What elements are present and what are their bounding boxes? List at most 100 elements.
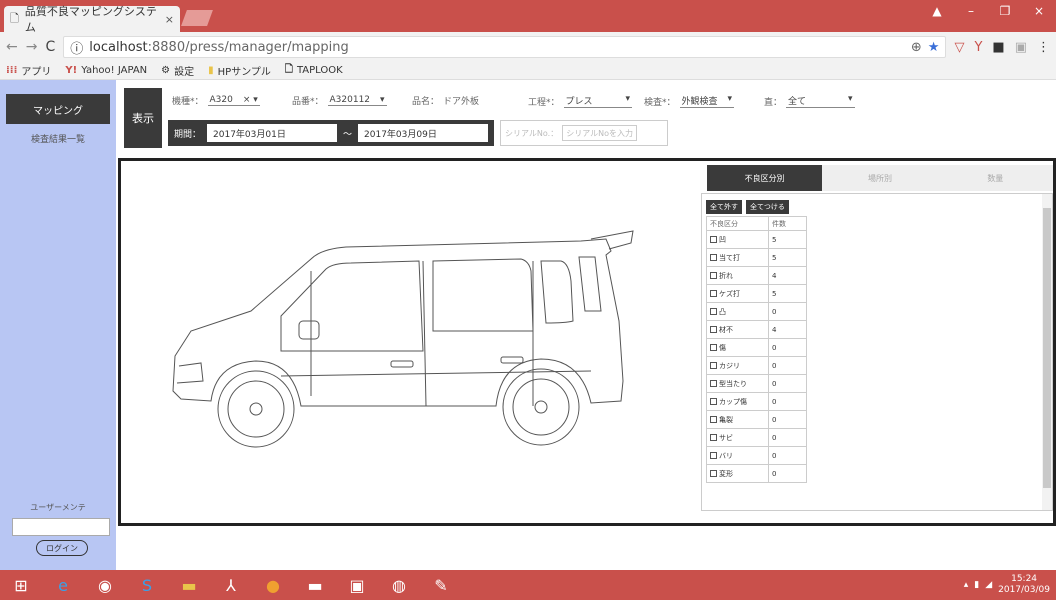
process-select[interactable]: プレス ▾ bbox=[563, 94, 633, 108]
defect-name-cell[interactable]: 傷 bbox=[706, 338, 769, 357]
inspection-select[interactable]: 外観検査 ▾ bbox=[679, 94, 735, 108]
bookmark-apps[interactable]: ⁞⁞⁞ アプリ bbox=[6, 63, 51, 78]
model-select[interactable]: A320 × ▾ bbox=[207, 95, 260, 106]
defect-name-cell[interactable]: カップ傷 bbox=[706, 392, 769, 411]
checkbox[interactable] bbox=[710, 344, 717, 351]
network-icon[interactable]: ▮ bbox=[974, 580, 979, 590]
table-row[interactable]: カジリ 0 bbox=[706, 356, 807, 375]
sidebar-item-results[interactable]: 検査結果一覧 bbox=[6, 132, 110, 145]
part-no-select[interactable]: A320112 ▾ bbox=[327, 95, 387, 106]
defect-name-cell[interactable]: 凹 bbox=[706, 230, 769, 249]
serial-input[interactable]: シリアルNoを入力 bbox=[562, 125, 638, 141]
checkbox[interactable] bbox=[710, 236, 717, 243]
checkbox[interactable] bbox=[710, 272, 717, 279]
tray-arrow-icon[interactable]: ▴ bbox=[964, 580, 969, 590]
table-row[interactable]: 変形 0 bbox=[706, 464, 807, 483]
user-input[interactable] bbox=[12, 518, 110, 536]
date-to-input[interactable]: 2017年03月09日 bbox=[358, 124, 488, 142]
volume-icon[interactable]: ◢ bbox=[985, 580, 992, 590]
table-row[interactable]: バリ 0 bbox=[706, 446, 807, 465]
app-icon[interactable]: ▣ bbox=[336, 570, 378, 600]
defect-name-cell[interactable]: カジリ bbox=[706, 356, 769, 375]
show-button[interactable]: 表示 bbox=[124, 88, 162, 148]
extension-icon[interactable]: ■ bbox=[992, 40, 1004, 55]
ie-icon[interactable]: e bbox=[42, 570, 84, 600]
table-row[interactable]: 傷0 bbox=[706, 338, 807, 357]
checkbox[interactable] bbox=[710, 362, 717, 369]
firefox-icon[interactable]: ● bbox=[252, 570, 294, 600]
defect-name-cell[interactable]: 当て打 bbox=[706, 248, 769, 267]
checkbox[interactable] bbox=[710, 326, 717, 333]
table-row[interactable]: カップ傷 0 bbox=[706, 392, 807, 411]
table-row[interactable]: ケズ打 5 bbox=[706, 284, 807, 303]
back-icon[interactable]: ← bbox=[6, 39, 18, 55]
checkbox[interactable] bbox=[710, 254, 717, 261]
minimize-button[interactable]: – bbox=[954, 0, 988, 22]
paint-icon[interactable]: ✎ bbox=[420, 570, 462, 600]
reload-icon[interactable]: C bbox=[45, 39, 55, 55]
star-icon[interactable]: ★ bbox=[928, 40, 940, 55]
table-row[interactable]: 凹5 bbox=[706, 230, 807, 249]
defect-name-cell[interactable]: サビ bbox=[706, 428, 769, 447]
address-bar[interactable]: ⓘ localhost:8880/press/manager/mapping ⊕… bbox=[63, 36, 947, 58]
bookmark-yahoo[interactable]: Y! Yahoo! JAPAN bbox=[65, 65, 147, 76]
checkbox[interactable] bbox=[710, 452, 717, 459]
windows-start-icon[interactable]: ⊞ bbox=[0, 570, 42, 600]
date-from-input[interactable]: 2017年03月01日 bbox=[207, 124, 337, 142]
defect-name-cell[interactable]: バリ bbox=[706, 446, 769, 465]
acrobat-icon[interactable]: ⅄ bbox=[210, 570, 252, 600]
yahoo-icon[interactable]: Y bbox=[974, 40, 982, 55]
checkbox[interactable] bbox=[710, 398, 717, 405]
bookmark-settings[interactable]: ⚙ 設定 bbox=[161, 63, 194, 78]
defect-name-cell[interactable]: 折れ bbox=[706, 266, 769, 285]
defect-name-cell[interactable]: ケズ打 bbox=[706, 284, 769, 303]
tab-defect-category[interactable]: 不良区分別 bbox=[707, 165, 823, 191]
login-button[interactable]: ログイン bbox=[36, 540, 88, 556]
table-row[interactable]: 当て打 5 bbox=[706, 248, 807, 267]
checkbox[interactable] bbox=[710, 416, 717, 423]
maximize-button[interactable]: ❐ bbox=[988, 0, 1022, 22]
defect-name-cell[interactable]: 亀裂 bbox=[706, 410, 769, 429]
tab-location[interactable]: 場所別 bbox=[822, 165, 938, 191]
checkbox[interactable] bbox=[710, 380, 717, 387]
car-diagram[interactable] bbox=[161, 191, 641, 461]
defect-name-cell[interactable]: 材不 bbox=[706, 320, 769, 339]
clock[interactable]: 15:24 2017/03/09 bbox=[998, 574, 1050, 596]
skype-icon[interactable]: S bbox=[126, 570, 168, 600]
checkbox[interactable] bbox=[710, 290, 717, 297]
table-row[interactable]: 型当たり 0 bbox=[706, 374, 807, 393]
folder-icon[interactable]: ▬ bbox=[168, 570, 210, 600]
sidebar-item-mapping[interactable]: マッピング bbox=[6, 94, 110, 124]
checkbox[interactable] bbox=[710, 308, 717, 315]
table-row[interactable]: サビ 0 bbox=[706, 428, 807, 447]
table-row[interactable]: 亀裂 0 bbox=[706, 410, 807, 429]
shift-select[interactable]: 全て ▾ bbox=[786, 94, 855, 108]
chrome-icon[interactable]: ◉ bbox=[84, 570, 126, 600]
tab-close-icon[interactable]: × bbox=[165, 13, 174, 26]
tab-quantity[interactable]: 数量 bbox=[937, 165, 1053, 191]
profile-icon[interactable]: ▣ bbox=[1015, 40, 1027, 55]
terminal-icon[interactable]: ▬ bbox=[294, 570, 336, 600]
table-row[interactable]: 材不 4 bbox=[706, 320, 807, 339]
uncheck-all-button[interactable]: 全てつける bbox=[746, 200, 789, 214]
checkbox[interactable] bbox=[710, 470, 717, 477]
forward-icon[interactable]: → bbox=[26, 39, 38, 55]
bookmark-hp-sample[interactable]: ▮ HPサンプル bbox=[208, 63, 271, 78]
check-all-button[interactable]: 全て外す bbox=[706, 200, 742, 214]
checkbox[interactable] bbox=[710, 434, 717, 441]
scroll-thumb[interactable] bbox=[1043, 208, 1051, 488]
close-button[interactable]: × bbox=[1022, 0, 1056, 22]
defect-name-cell[interactable]: 凸 bbox=[706, 302, 769, 321]
shield-icon[interactable]: ▽ bbox=[954, 40, 964, 55]
user-icon[interactable]: ▲ bbox=[920, 0, 954, 22]
github-icon[interactable]: ◍ bbox=[378, 570, 420, 600]
new-tab-button[interactable] bbox=[181, 10, 213, 26]
defect-name-cell[interactable]: 変形 bbox=[706, 464, 769, 483]
menu-icon[interactable]: ⋮ bbox=[1037, 40, 1050, 55]
bookmark-taplook[interactable]: 🗋 TAPLOOK bbox=[285, 62, 343, 79]
zoom-icon[interactable]: ⊕ bbox=[911, 40, 922, 55]
table-row[interactable]: 凸0 bbox=[706, 302, 807, 321]
table-row[interactable]: 折れ 4 bbox=[706, 266, 807, 285]
panel-scrollbar[interactable] bbox=[1042, 194, 1052, 510]
defect-name-cell[interactable]: 型当たり bbox=[706, 374, 769, 393]
